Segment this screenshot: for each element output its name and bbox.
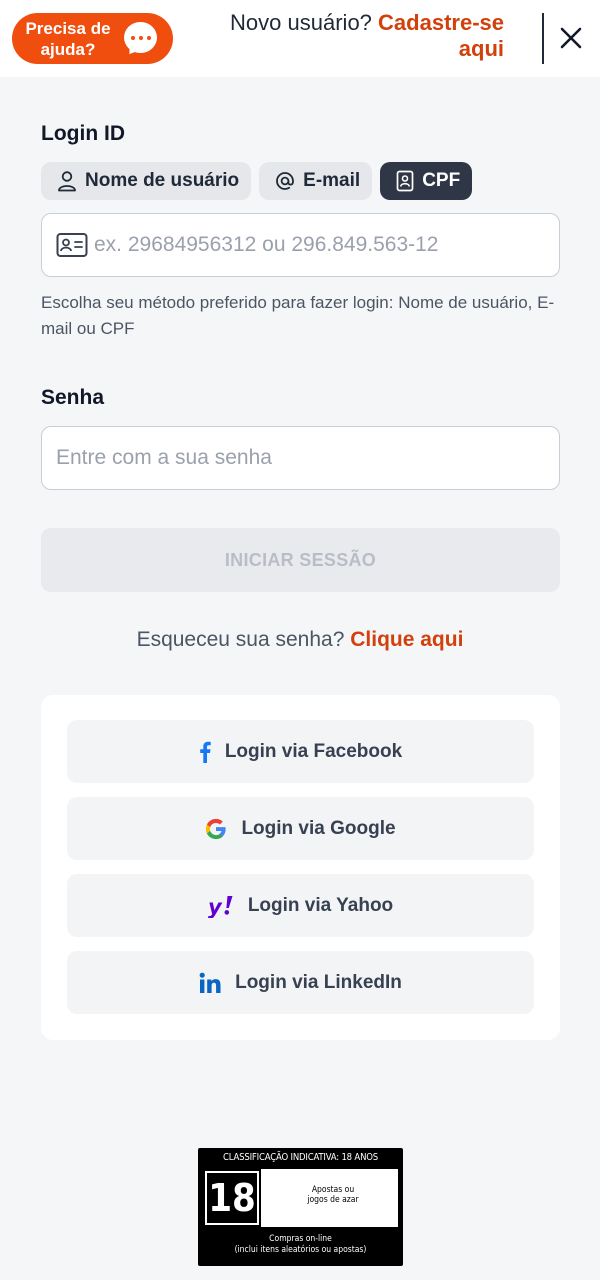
id-card-icon [56,233,88,257]
close-icon [560,27,582,49]
rating-box: 18 Apostas ou jogos de azar [202,1168,399,1228]
linkedin-login-button[interactable]: Login via LinkedIn [67,951,534,1014]
id-badge-icon [396,170,414,192]
tab-username-label: Nome de usuário [85,170,240,191]
tab-username[interactable]: Nome de usuário [41,162,252,200]
login-method-tabs: Nome de usuário E-mail CPF [41,162,473,200]
svg-text:y: y [208,895,223,918]
google-login-button[interactable]: Login via Google [67,797,534,860]
tab-cpf-label: CPF [422,170,461,191]
chat-bubble-icon [124,22,157,53]
linkedin-icon [199,970,221,996]
header-divider [542,13,544,64]
close-button[interactable] [556,23,586,53]
facebook-login-label: Login via Facebook [224,740,403,762]
forgot-password-link[interactable]: Clique aqui [350,628,463,651]
rating-foot-line1: Compras on-line [269,1234,332,1244]
rating-description: Apostas ou jogos de azar [273,1185,393,1205]
yahoo-login-label: Login via Yahoo [247,894,394,916]
signup-prefix: Novo usuário? [230,10,372,35]
login-method-hint: Escolha seu método preferido para fazer … [41,293,555,338]
rating-foot-line2: (inclui itens aleatórios ou apostas) [234,1245,367,1255]
help-button[interactable]: Precisa de ajuda? [12,13,173,64]
rating-title: CLASSIFICAÇÃO INDICATIVA: 18 ANOS [222,1152,379,1163]
header: Precisa de ajuda? Novo usuário? Cadastre… [0,0,600,77]
google-login-label: Login via Google [241,817,396,839]
facebook-icon [199,739,211,765]
tab-email-label: E-mail [303,170,361,191]
cpf-input-placeholder: ex. 29684956312 ou 296.849.563-12 [94,233,439,256]
tab-cpf[interactable]: CPF [380,162,473,200]
cpf-input[interactable]: ex. 29684956312 ou 296.849.563-12 [41,213,560,277]
password-input-placeholder: Entre com a sua senha [56,446,272,469]
signup-link[interactable]: Cadastre-se aqui [378,10,504,61]
rating-footer: Compras on-line (inclui itens aleatórios… [198,1234,403,1256]
login-submit-button[interactable]: INICIAR SESSÃO [41,528,560,592]
password-label: Senha [41,386,105,409]
forgot-prefix: Esqueceu sua senha? [136,628,345,651]
signup-prompt: Novo usuário? Cadastre-se aqui [204,10,504,62]
at-icon [276,172,295,190]
yahoo-login-button[interactable]: y Login via Yahoo [67,874,534,937]
age-rating-badge: CLASSIFICAÇÃO INDICATIVA: 18 ANOS 18 Apo… [198,1148,403,1266]
user-icon [58,171,76,192]
forgot-password: Esqueceu sua senha? Clique aqui [0,628,600,652]
rating-age: 18 [203,1169,261,1227]
help-button-label: Precisa de ajuda? [25,18,111,59]
linkedin-login-label: Login via LinkedIn [235,971,402,993]
tab-email[interactable]: E-mail [259,162,373,200]
rating-desc-line2: jogos de azar [307,1195,359,1205]
yahoo-icon: y [208,893,234,919]
google-icon [205,816,227,842]
password-input[interactable]: Entre com a sua senha [41,426,560,490]
rating-desc-line1: Apostas ou [311,1185,355,1195]
social-login-card: Login via Facebook Login via Google y Lo… [41,695,560,1040]
login-id-label: Login ID [41,122,125,145]
facebook-login-button[interactable]: Login via Facebook [67,720,534,783]
